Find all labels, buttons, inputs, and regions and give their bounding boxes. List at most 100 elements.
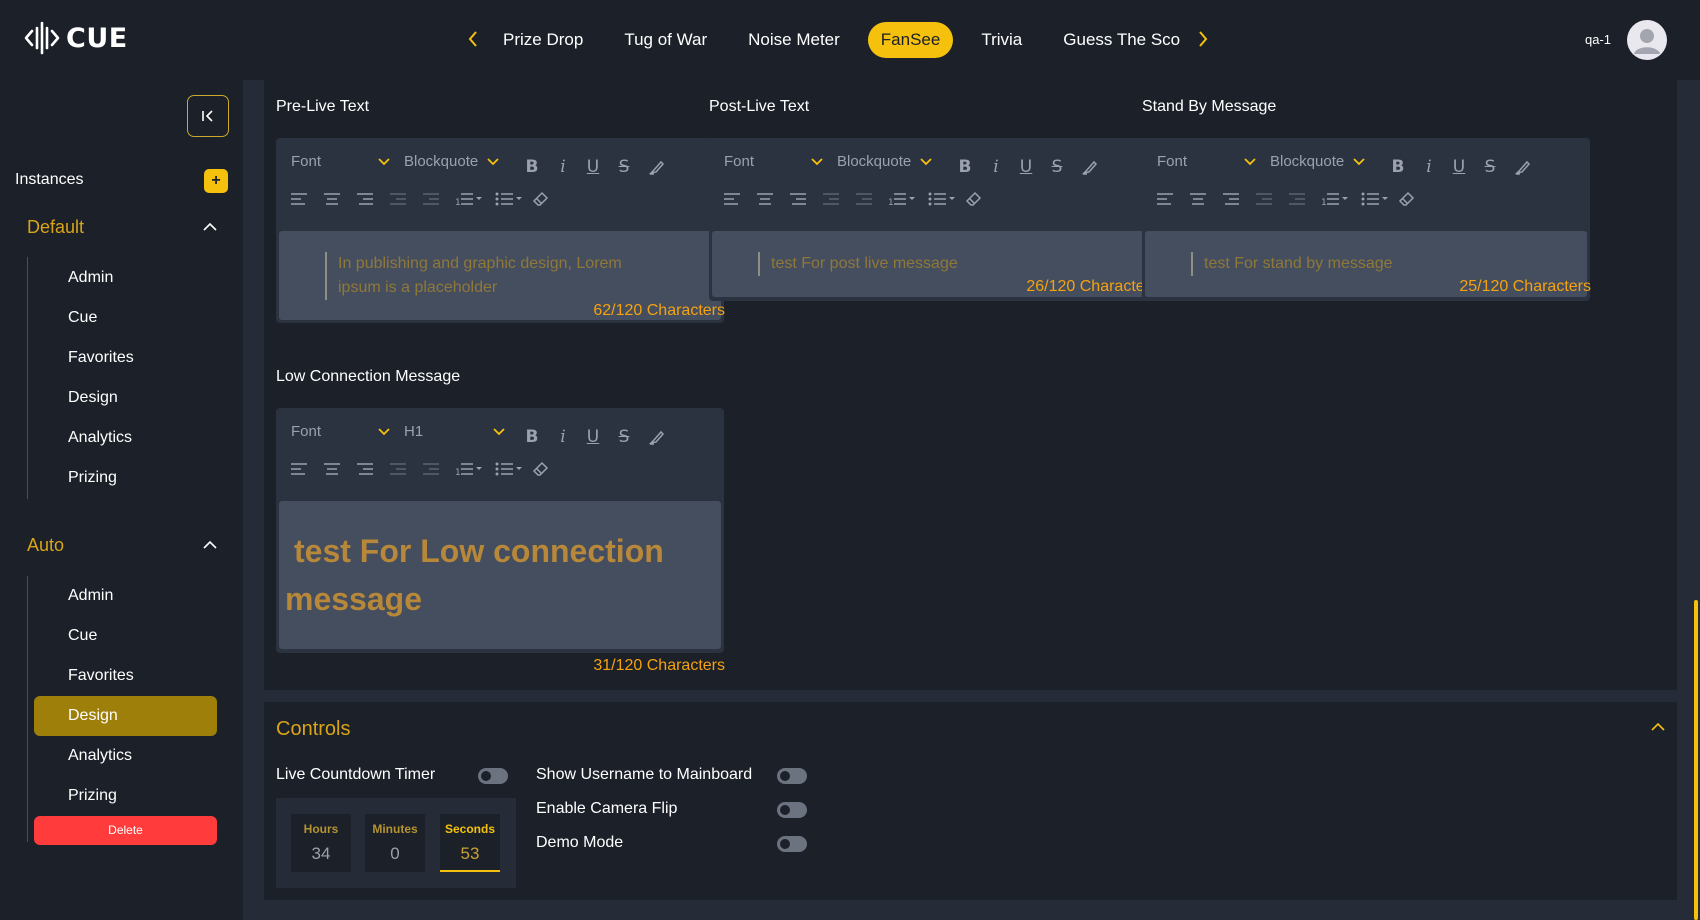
font-select[interactable]: Font: [291, 153, 391, 170]
indent-button[interactable]: [420, 188, 442, 210]
nav-tab-prize-drop[interactable]: Prize Drop: [490, 22, 596, 58]
delete-button[interactable]: Delete: [34, 816, 217, 845]
sidebar-item-auto-cue[interactable]: Cue: [34, 616, 217, 656]
strikethrough-button[interactable]: S: [1479, 156, 1501, 178]
nav-tab-tug-of-war[interactable]: Tug of War: [611, 22, 720, 58]
underline-button[interactable]: U: [582, 156, 604, 178]
format-select[interactable]: H1: [404, 423, 506, 440]
minutes-field[interactable]: Minutes 0: [365, 814, 425, 872]
ordered-list-button[interactable]: 1: [887, 188, 917, 210]
collapse-sidebar-button[interactable]: [187, 95, 229, 137]
underline-button[interactable]: U: [1015, 156, 1037, 178]
italic-button[interactable]: i: [552, 156, 574, 178]
sidebar-item-default-favorites[interactable]: Favorites: [34, 338, 217, 378]
add-instance-button[interactable]: +: [204, 169, 228, 193]
highlight-button[interactable]: [1079, 156, 1101, 178]
clear-format-button[interactable]: [1396, 188, 1418, 210]
bullet-list-button[interactable]: [494, 458, 524, 480]
nav-tab-fansee[interactable]: FanSee: [867, 22, 954, 58]
group-auto-collapse-button[interactable]: [202, 540, 218, 550]
align-center-button[interactable]: [754, 188, 776, 210]
sidebar-item-default-admin[interactable]: Admin: [34, 258, 217, 298]
outdent-button[interactable]: [387, 458, 409, 480]
nav-tab-guess-the-score[interactable]: Guess The Sco: [1050, 22, 1180, 58]
group-default[interactable]: Default: [27, 217, 84, 238]
group-auto[interactable]: Auto: [27, 535, 64, 556]
bold-button[interactable]: B: [521, 426, 543, 448]
bold-button[interactable]: B: [954, 156, 976, 178]
sidebar-item-default-prizing[interactable]: Prizing: [34, 458, 217, 498]
nav-prev-button[interactable]: [462, 26, 484, 52]
controls-collapse-button[interactable]: [1650, 722, 1666, 732]
italic-button[interactable]: i: [1418, 156, 1440, 178]
font-select[interactable]: Font: [1157, 153, 1257, 170]
align-left-button[interactable]: [288, 458, 310, 480]
nav-tab-noise-meter[interactable]: Noise Meter: [735, 22, 853, 58]
align-left-button[interactable]: [1154, 188, 1176, 210]
outdent-button[interactable]: [1253, 188, 1275, 210]
format-select[interactable]: Blockquote: [404, 153, 500, 170]
font-select[interactable]: Font: [724, 153, 824, 170]
nav-tab-trivia[interactable]: Trivia: [968, 22, 1035, 58]
strikethrough-button[interactable]: S: [613, 156, 635, 178]
ordered-list-button[interactable]: 1: [454, 458, 484, 480]
indent-button[interactable]: [420, 458, 442, 480]
italic-button[interactable]: i: [552, 426, 574, 448]
align-right-button[interactable]: [787, 188, 809, 210]
bullet-list-button[interactable]: [1360, 188, 1390, 210]
outdent-button[interactable]: [387, 188, 409, 210]
bullet-list-button[interactable]: [927, 188, 957, 210]
strikethrough-button[interactable]: S: [613, 426, 635, 448]
align-center-button[interactable]: [1187, 188, 1209, 210]
sidebar-item-auto-analytics[interactable]: Analytics: [34, 736, 217, 776]
demo-mode-toggle[interactable]: [777, 836, 807, 852]
sidebar-item-auto-favorites[interactable]: Favorites: [34, 656, 217, 696]
sidebar-item-default-analytics[interactable]: Analytics: [34, 418, 217, 458]
bullet-list-button[interactable]: [494, 188, 524, 210]
outdent-button[interactable]: [820, 188, 842, 210]
scrollbar-thumb[interactable]: [1694, 600, 1698, 920]
font-select[interactable]: Font: [291, 423, 391, 440]
align-right-button[interactable]: [354, 188, 376, 210]
clear-format-button[interactable]: [530, 458, 552, 480]
hours-field[interactable]: Hours 34: [291, 814, 351, 872]
italic-button[interactable]: i: [985, 156, 1007, 178]
strikethrough-button[interactable]: S: [1046, 156, 1068, 178]
highlight-button[interactable]: [646, 426, 668, 448]
live-countdown-toggle[interactable]: [478, 768, 508, 784]
underline-button[interactable]: U: [582, 426, 604, 448]
sidebar-item-auto-admin[interactable]: Admin: [34, 576, 217, 616]
bold-button[interactable]: B: [1387, 156, 1409, 178]
show-username-toggle[interactable]: [777, 768, 807, 784]
sidebar-item-default-design[interactable]: Design: [34, 378, 217, 418]
seconds-field[interactable]: Seconds 53: [440, 814, 500, 872]
indent-icon: [856, 193, 872, 205]
clear-format-button[interactable]: [530, 188, 552, 210]
sidebar-item-auto-prizing[interactable]: Prizing: [34, 776, 217, 816]
align-right-button[interactable]: [1220, 188, 1242, 210]
nav-next-button[interactable]: [1192, 26, 1214, 52]
sidebar-item-default-cue[interactable]: Cue: [34, 298, 217, 338]
clear-format-button[interactable]: [963, 188, 985, 210]
indent-button[interactable]: [1286, 188, 1308, 210]
format-select[interactable]: Blockquote: [837, 153, 933, 170]
align-center-button[interactable]: [321, 458, 343, 480]
camera-flip-toggle[interactable]: [777, 802, 807, 818]
align-left-button[interactable]: [288, 188, 310, 210]
ordered-list-button[interactable]: 1: [454, 188, 484, 210]
align-center-button[interactable]: [321, 188, 343, 210]
align-right-button[interactable]: [354, 458, 376, 480]
ordered-list-button[interactable]: 1: [1320, 188, 1350, 210]
user-avatar[interactable]: [1627, 20, 1667, 60]
editor-content-low-connection[interactable]: test For Low connection message: [279, 501, 721, 649]
highlight-button[interactable]: [1512, 156, 1534, 178]
indent-button[interactable]: [853, 188, 875, 210]
underline-button[interactable]: U: [1448, 156, 1470, 178]
align-left-button[interactable]: [721, 188, 743, 210]
sidebar-item-auto-design[interactable]: Design: [34, 696, 217, 736]
app-logo[interactable]: CUE: [24, 20, 128, 56]
format-select[interactable]: Blockquote: [1270, 153, 1366, 170]
group-default-collapse-button[interactable]: [202, 222, 218, 232]
bold-button[interactable]: B: [521, 156, 543, 178]
highlight-button[interactable]: [646, 156, 668, 178]
